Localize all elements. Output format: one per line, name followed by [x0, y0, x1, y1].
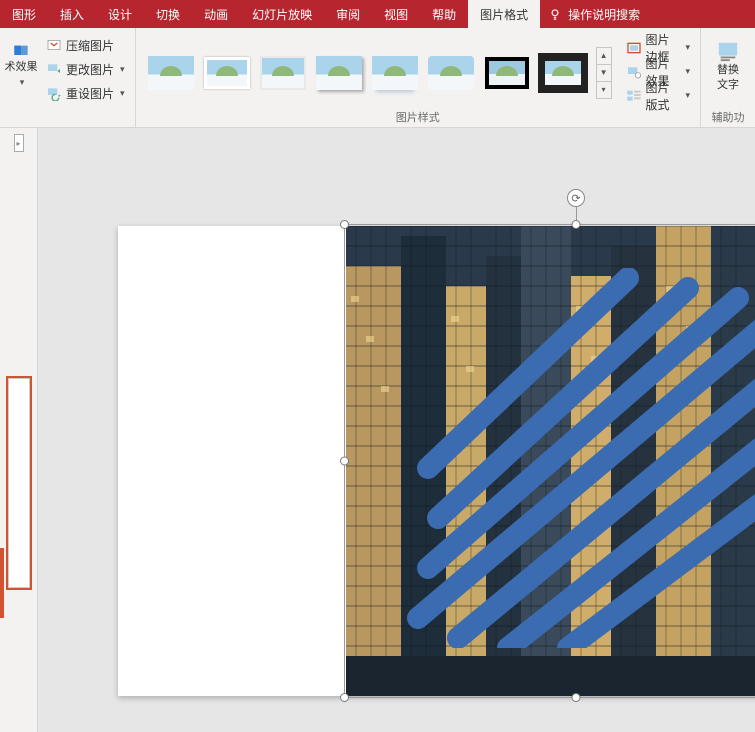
artistic-effects-icon: [13, 43, 29, 59]
style-tile-rounded[interactable]: [426, 53, 476, 93]
ribbon-body: 术效果 ▾ 压缩图片 更改图片 ▾ 重设图片 ▾: [0, 28, 755, 128]
lightbulb-icon: [548, 7, 562, 21]
tab-help[interactable]: 帮助: [420, 0, 468, 28]
compress-icon: [46, 37, 62, 53]
alt-text-icon: [717, 40, 739, 62]
rotate-handle[interactable]: ⟳: [567, 189, 585, 207]
style-tile-black-border[interactable]: [482, 53, 532, 93]
alt-text-line2: 文字: [717, 79, 739, 92]
alt-text-line1: 替换: [717, 64, 739, 77]
compress-label: 压缩图片: [66, 37, 114, 54]
alt-text-button[interactable]: 替换 文字: [707, 32, 749, 100]
tell-me-search[interactable]: 操作说明搜索: [540, 0, 648, 28]
tab-picture-format[interactable]: 图片格式: [468, 0, 540, 28]
tab-view[interactable]: 视图: [372, 0, 420, 28]
style-tile-white-border[interactable]: [202, 53, 252, 93]
slide-thumbnails-pane: ▸: [0, 128, 38, 732]
thumbnails-expand-handle[interactable]: ▸: [14, 134, 24, 152]
picture-border-icon: [626, 40, 642, 56]
compress-pictures-button[interactable]: 压缩图片: [42, 34, 129, 56]
style-tile-thick-black[interactable]: [538, 53, 588, 93]
artistic-effects-button[interactable]: 术效果 ▾: [0, 32, 42, 100]
picture-effects-icon: [626, 64, 642, 80]
tab-shape[interactable]: 图形: [0, 0, 48, 28]
tab-insert[interactable]: 插入: [48, 0, 96, 28]
rotate-connector: [576, 207, 577, 221]
style-tile-reflection[interactable]: [370, 53, 420, 93]
slide-thumbnail-1[interactable]: [8, 378, 30, 588]
gallery-scroll-down[interactable]: ▼: [597, 65, 611, 82]
city-skyline-image: [346, 226, 755, 696]
tell-me-label: 操作说明搜索: [568, 6, 640, 23]
gallery-expand[interactable]: ▾: [597, 82, 611, 98]
tab-animation[interactable]: 动画: [192, 0, 240, 28]
adjust-group-label: [0, 111, 129, 125]
artistic-effects-label: 术效果: [5, 61, 38, 74]
ribbon-tabs: 图形 插入 设计 切换 动画 幻灯片放映 审阅 视图 帮助 图片格式 操作说明搜…: [0, 0, 755, 28]
chevron-down-icon: ▾: [120, 88, 125, 99]
inserted-picture[interactable]: [346, 226, 755, 696]
editor-area: ▸: [0, 128, 755, 732]
tab-design[interactable]: 设计: [96, 0, 144, 28]
style-tile-shadow[interactable]: [314, 53, 364, 93]
picture-styles-gallery: ▲ ▼ ▾: [142, 41, 616, 99]
picture-styles-group-label: 图片样式: [142, 107, 694, 125]
accessibility-group-label: 辅助功: [707, 107, 749, 125]
gallery-scroll-up[interactable]: ▲: [597, 48, 611, 65]
tab-review[interactable]: 审阅: [324, 0, 372, 28]
style-tile-bevel[interactable]: [258, 53, 308, 93]
gallery-scroll: ▲ ▼ ▾: [596, 47, 612, 99]
change-picture-label: 更改图片: [66, 61, 114, 78]
change-picture-button[interactable]: 更改图片 ▾: [42, 58, 129, 80]
chevron-down-icon: ▾: [685, 42, 690, 53]
reset-picture-label: 重设图片: [66, 85, 114, 102]
reset-picture-button[interactable]: 重设图片 ▾: [42, 82, 129, 104]
chevron-down-icon: ▾: [685, 90, 690, 101]
reset-picture-icon: [46, 85, 62, 101]
slide-canvas[interactable]: ⟳: [38, 128, 755, 732]
picture-layout-icon: [626, 88, 642, 104]
change-picture-icon: [46, 61, 62, 77]
chevron-down-icon: ▾: [120, 64, 125, 75]
chevron-down-icon: ▾: [685, 66, 690, 77]
picture-layout-button[interactable]: 图片版式 ▾: [622, 85, 694, 107]
active-slide-indicator: [0, 548, 4, 618]
style-tile-simple[interactable]: [146, 53, 196, 93]
tab-transition[interactable]: 切换: [144, 0, 192, 28]
chevron-down-icon: ▾: [20, 76, 25, 89]
tab-slideshow[interactable]: 幻灯片放映: [240, 0, 324, 28]
